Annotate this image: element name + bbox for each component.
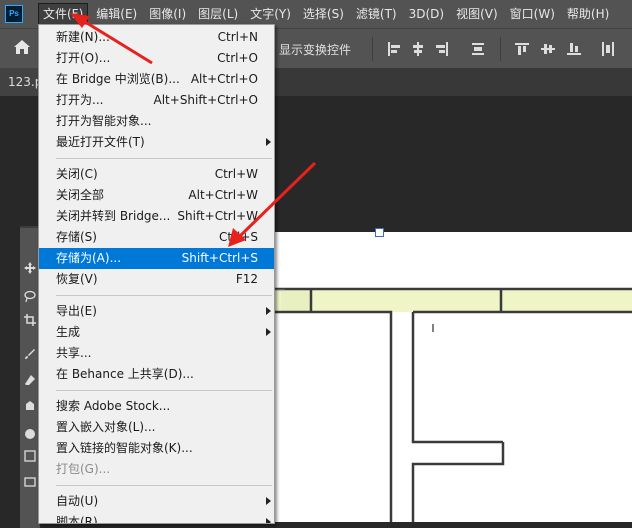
type-tool-icon[interactable]: [24, 450, 36, 462]
photoshop-logo-icon: Ps: [5, 5, 23, 23]
shortcut-text: Ctrl+W: [214, 167, 258, 181]
menu-item-place-embedded[interactable]: 置入嵌入对象(L)...: [39, 417, 274, 438]
menu-item-close-and-go-to-bridge[interactable]: 关闭并转到 Bridge... Shift+Ctrl+W: [39, 206, 274, 227]
distribute-icon[interactable]: [470, 41, 486, 57]
menu-item-share[interactable]: 共享...: [39, 343, 274, 364]
menu-item-close[interactable]: 关闭(C) Ctrl+W: [39, 164, 274, 185]
home-icon[interactable]: [13, 39, 31, 55]
menu-item-open-as[interactable]: 打开为... Alt+Shift+Ctrl+O: [39, 90, 274, 111]
submenu-arrow-icon: [266, 138, 271, 146]
shortcut-text: Ctrl+N: [217, 30, 258, 44]
shape-tool-icon[interactable]: [24, 476, 36, 488]
submenu-arrow-icon: [266, 328, 271, 336]
menu-item-revert[interactable]: 恢复(V) F12: [39, 269, 274, 290]
gradient-tool-icon[interactable]: [24, 400, 36, 412]
floorplan-image: [273, 287, 632, 522]
menu-item-share-on-behance[interactable]: 在 Behance 上共享(D)...: [39, 364, 274, 385]
menu-window[interactable]: 窗口(W): [506, 4, 559, 24]
menu-item-browse-in-bridge[interactable]: 在 Bridge 中浏览(B)... Alt+Ctrl+O: [39, 69, 274, 90]
shortcut-text: Ctrl+S: [218, 230, 258, 244]
align-left-icon[interactable]: [386, 41, 402, 57]
menu-item-place-linked[interactable]: 置入链接的智能对象(K)...: [39, 438, 274, 459]
shortcut-text: Alt+Shift+Ctrl+O: [153, 93, 258, 107]
menu-item-new[interactable]: 新建(N)... Ctrl+N: [39, 27, 274, 48]
lasso-tool-icon[interactable]: [24, 290, 36, 302]
menu-image[interactable]: 图像(I): [145, 4, 190, 24]
shortcut-text: Shift+Ctrl+S: [181, 251, 258, 265]
menu-edit[interactable]: 编辑(E): [92, 4, 141, 24]
menu-separator: [56, 485, 272, 486]
pen-tool-icon[interactable]: [24, 428, 36, 440]
menu-item-open-as-smart-object[interactable]: 打开为智能对象...: [39, 111, 274, 132]
document-canvas[interactable]: [273, 232, 632, 522]
menu-item-open[interactable]: 打开(O)... Ctrl+O: [39, 48, 274, 69]
submenu-arrow-icon: [266, 307, 271, 315]
menu-item-close-all[interactable]: 关闭全部 Alt+Ctrl+W: [39, 185, 274, 206]
shortcut-text: Ctrl+O: [217, 51, 258, 65]
menu-type[interactable]: 文字(Y): [246, 4, 295, 24]
brush-tool-icon[interactable]: [24, 348, 36, 360]
tools-panel: [20, 226, 40, 528]
shortcut-text: F12: [235, 272, 258, 286]
align-top-icon[interactable]: [514, 41, 530, 57]
align-bottom-icon[interactable]: [566, 41, 582, 57]
file-menu-dropdown: 新建(N)... Ctrl+N 打开(O)... Ctrl+O 在 Bridge 中…: [38, 24, 275, 524]
align-horizontal-center-icon[interactable]: [410, 41, 426, 57]
transform-handle[interactable]: [375, 228, 384, 237]
menu-item-export[interactable]: 导出(E): [39, 301, 274, 322]
menu-separator: [56, 158, 272, 159]
options-divider: [372, 37, 373, 61]
menu-item-scripts[interactable]: 脚本(R): [39, 512, 274, 523]
menu-filter[interactable]: 滤镜(T): [352, 4, 401, 24]
menu-select[interactable]: 选择(S): [299, 4, 348, 24]
shortcut-text: Shift+Ctrl+W: [177, 209, 258, 223]
align-vertical-center-icon[interactable]: [540, 41, 556, 57]
align-right-icon[interactable]: [434, 41, 450, 57]
menu-item-save-as[interactable]: 存储为(A)... Shift+Ctrl+S: [39, 248, 274, 269]
menu-layer[interactable]: 图层(L): [194, 4, 242, 24]
distribute-vertical-icon[interactable]: [600, 41, 616, 57]
shortcut-text: Alt+Ctrl+W: [188, 188, 258, 202]
shortcut-text: Alt+Ctrl+O: [190, 72, 258, 86]
menu-item-open-recent[interactable]: 最近打开文件(T): [39, 132, 274, 153]
menu-separator: [56, 295, 272, 296]
menu-3d[interactable]: 3D(D): [405, 4, 448, 24]
menu-item-generate[interactable]: 生成: [39, 322, 274, 343]
menu-file[interactable]: 文件(F): [38, 3, 89, 25]
eraser-tool-icon[interactable]: [24, 374, 36, 386]
submenu-arrow-icon: [266, 518, 271, 523]
menu-separator: [56, 390, 272, 391]
options-divider: [500, 37, 501, 61]
menu-item-save[interactable]: 存储(S) Ctrl+S: [39, 227, 274, 248]
move-tool-icon[interactable]: [24, 262, 36, 274]
menu-item-search-adobe-stock[interactable]: 搜索 Adobe Stock...: [39, 396, 274, 417]
menu-help[interactable]: 帮助(H): [563, 4, 613, 24]
crop-tool-icon[interactable]: [24, 314, 36, 326]
menu-item-package: 打包(G)...: [56, 462, 111, 476]
menu-item-automate[interactable]: 自动(U): [39, 491, 274, 512]
show-transform-controls-label[interactable]: 显示变换控件: [279, 41, 351, 58]
menu-view[interactable]: 视图(V): [452, 4, 502, 24]
submenu-arrow-icon: [266, 497, 271, 505]
